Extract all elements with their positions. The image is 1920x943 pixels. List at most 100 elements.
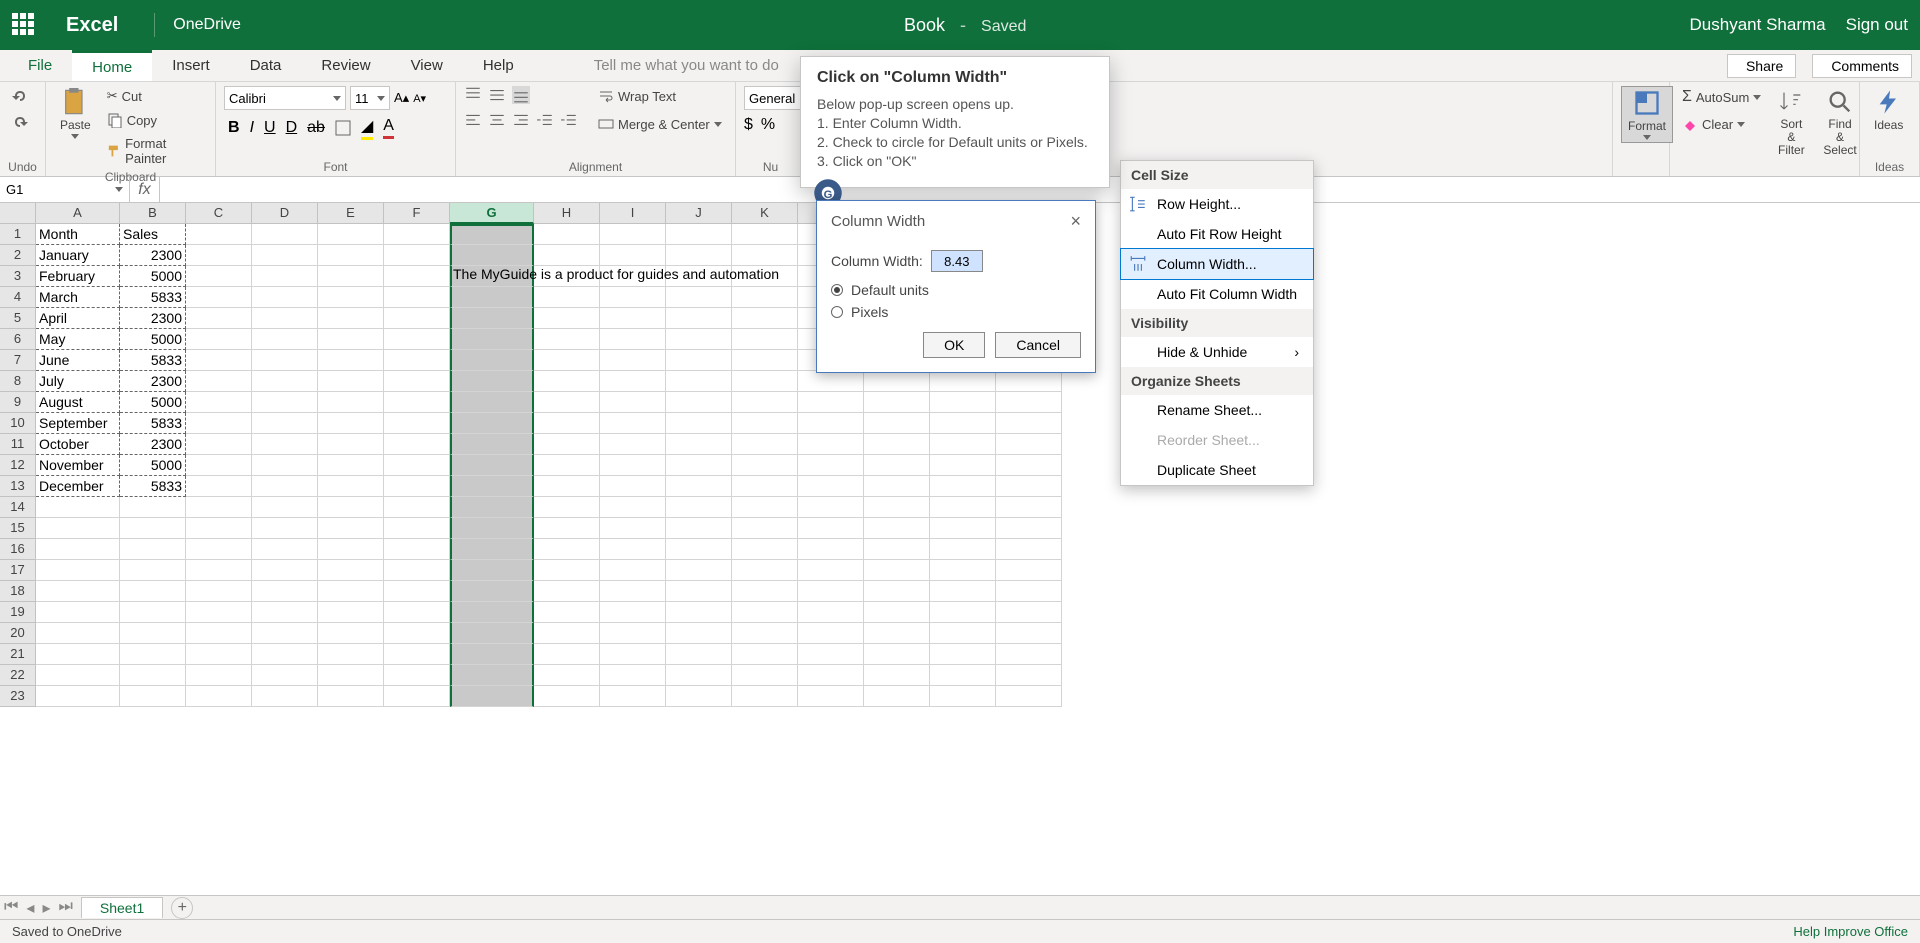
cell[interactable]	[318, 623, 384, 644]
cell[interactable]	[252, 308, 318, 329]
tab-file[interactable]: File	[8, 50, 72, 81]
cell[interactable]	[318, 644, 384, 665]
cell[interactable]	[186, 371, 252, 392]
cut-button[interactable]: ✂Cut	[103, 86, 207, 106]
cell[interactable]	[864, 602, 930, 623]
cell[interactable]	[930, 623, 996, 644]
cell[interactable]	[996, 434, 1062, 455]
cell[interactable]	[384, 350, 450, 371]
cell[interactable]	[666, 602, 732, 623]
cell[interactable]	[798, 623, 864, 644]
cell[interactable]	[666, 329, 732, 350]
cell[interactable]	[186, 287, 252, 308]
cell[interactable]	[732, 308, 798, 329]
cell[interactable]	[732, 224, 798, 245]
cell[interactable]	[120, 686, 186, 707]
cell[interactable]	[186, 518, 252, 539]
cell[interactable]	[318, 392, 384, 413]
cell[interactable]	[450, 455, 534, 476]
cell[interactable]	[120, 623, 186, 644]
cell[interactable]	[864, 560, 930, 581]
column-header[interactable]: C	[186, 203, 252, 224]
decrease-indent-icon[interactable]	[536, 112, 554, 130]
cell[interactable]	[798, 686, 864, 707]
cell[interactable]	[384, 308, 450, 329]
cell[interactable]	[666, 665, 732, 686]
cell[interactable]	[318, 455, 384, 476]
cell[interactable]	[864, 392, 930, 413]
cell[interactable]	[666, 539, 732, 560]
cell[interactable]	[384, 602, 450, 623]
cell[interactable]	[252, 665, 318, 686]
cell[interactable]	[930, 371, 996, 392]
cell[interactable]: June	[36, 350, 120, 371]
row-header[interactable]: 9	[0, 392, 36, 413]
cell[interactable]	[600, 539, 666, 560]
sheet-tab[interactable]: Sheet1	[81, 897, 163, 918]
cell[interactable]	[666, 350, 732, 371]
cell[interactable]: December	[36, 476, 120, 497]
cell[interactable]	[252, 539, 318, 560]
cell[interactable]	[36, 560, 120, 581]
row-header[interactable]: 12	[0, 455, 36, 476]
cell[interactable]	[996, 476, 1062, 497]
underline-button[interactable]: U	[264, 119, 276, 137]
cell[interactable]	[318, 413, 384, 434]
add-sheet-button[interactable]: +	[171, 897, 193, 919]
row-header[interactable]: 8	[0, 371, 36, 392]
currency-button[interactable]: $	[744, 116, 753, 134]
cell[interactable]	[318, 581, 384, 602]
row-header[interactable]: 17	[0, 560, 36, 581]
row-header[interactable]: 13	[0, 476, 36, 497]
cell[interactable]	[318, 686, 384, 707]
cell[interactable]	[384, 539, 450, 560]
cell[interactable]	[450, 497, 534, 518]
cell[interactable]	[930, 560, 996, 581]
cell[interactable]	[996, 518, 1062, 539]
increase-indent-icon[interactable]	[560, 112, 578, 130]
row-header[interactable]: 21	[0, 644, 36, 665]
cell[interactable]	[534, 308, 600, 329]
cell[interactable]: May	[36, 329, 120, 350]
autosum-button[interactable]: ΣAutoSum	[1678, 86, 1765, 108]
cell[interactable]	[384, 476, 450, 497]
cell[interactable]	[252, 245, 318, 266]
cell[interactable]: September	[36, 413, 120, 434]
column-header[interactable]: I	[600, 203, 666, 224]
menu-duplicate-sheet[interactable]: Duplicate Sheet	[1121, 455, 1313, 485]
cell[interactable]	[384, 644, 450, 665]
find-select-button[interactable]: Find & Select	[1817, 86, 1862, 160]
cell[interactable]	[732, 371, 798, 392]
cell[interactable]: 2300	[120, 308, 186, 329]
share-button[interactable]: Share	[1727, 54, 1796, 78]
cell[interactable]: February	[36, 266, 120, 287]
cell[interactable]	[186, 350, 252, 371]
cancel-button[interactable]: Cancel	[995, 332, 1081, 358]
font-size-select[interactable]: 11	[350, 86, 390, 110]
cell[interactable]	[996, 686, 1062, 707]
row-header[interactable]: 16	[0, 539, 36, 560]
cell[interactable]: 5833	[120, 287, 186, 308]
row-header[interactable]: 4	[0, 287, 36, 308]
cell[interactable]	[252, 371, 318, 392]
help-improve-link[interactable]: Help Improve Office	[1793, 924, 1908, 939]
cell[interactable]	[600, 581, 666, 602]
cell[interactable]	[252, 392, 318, 413]
cell[interactable]	[252, 560, 318, 581]
cell[interactable]	[666, 518, 732, 539]
cell[interactable]	[600, 644, 666, 665]
cell[interactable]	[186, 266, 252, 287]
cell[interactable]	[864, 455, 930, 476]
format-button[interactable]: Format	[1621, 86, 1673, 143]
cell[interactable]	[930, 539, 996, 560]
cell[interactable]: November	[36, 455, 120, 476]
copy-button[interactable]: Copy	[103, 110, 207, 130]
align-middle-icon[interactable]	[488, 86, 506, 104]
cell[interactable]	[930, 455, 996, 476]
cell[interactable]	[600, 392, 666, 413]
cell[interactable]	[996, 644, 1062, 665]
cell[interactable]	[996, 665, 1062, 686]
cell[interactable]	[666, 371, 732, 392]
cell[interactable]	[600, 518, 666, 539]
cell[interactable]	[318, 308, 384, 329]
